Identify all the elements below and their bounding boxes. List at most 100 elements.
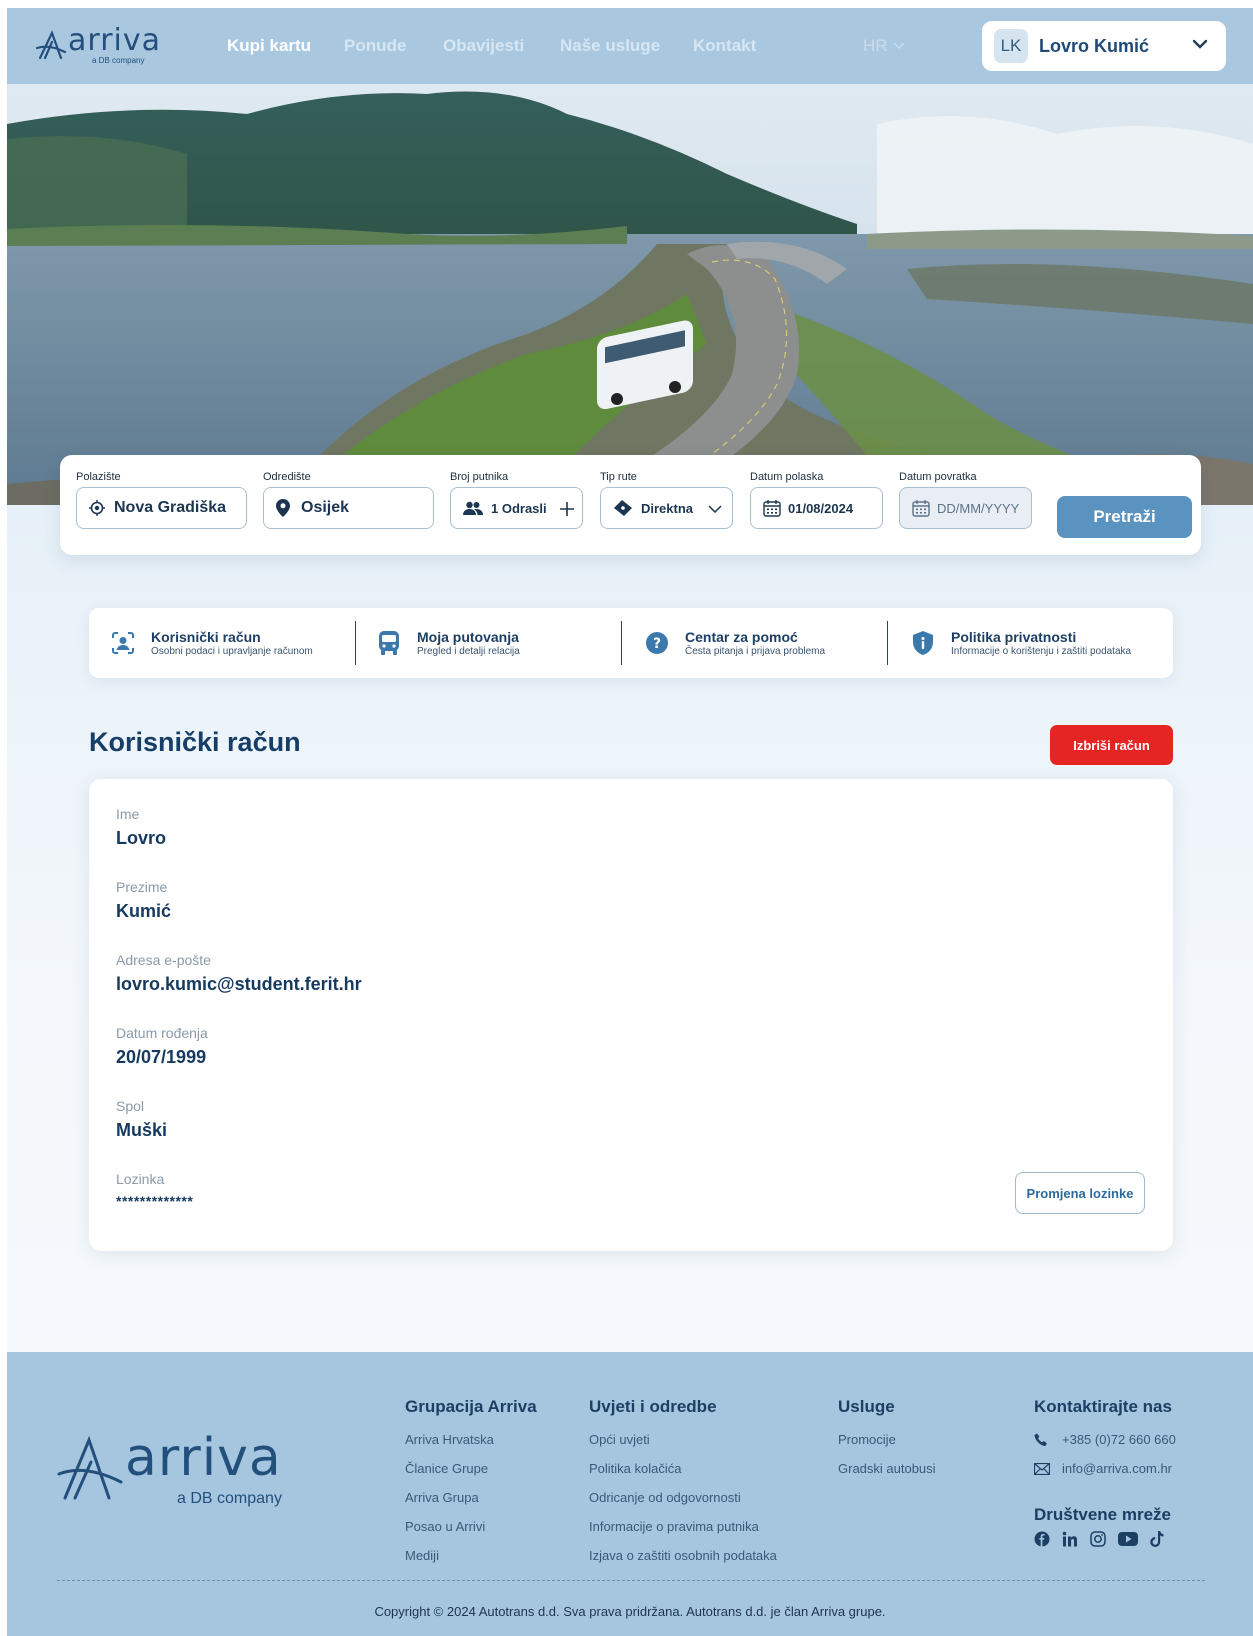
ticket-icon: [614, 500, 632, 516]
field-label: Datum rođenja: [116, 1025, 208, 1041]
phone-icon: [1034, 1433, 1047, 1446]
svg-text:?: ?: [653, 636, 661, 652]
footer-col-uvjeti: Uvjeti i odredbe Opći uvjeti Politika ko…: [589, 1397, 777, 1570]
field-prezime: Prezime Kumić: [116, 879, 171, 922]
footer-heading: Kontaktirajte nas: [1034, 1397, 1172, 1416]
search-button[interactable]: Pretraži: [1057, 496, 1192, 538]
passengers-value: 1 Odrasli: [491, 500, 547, 516]
tab-subtitle: Pregled i detalji relacija: [417, 646, 520, 657]
tab-divider: [355, 621, 356, 665]
youtube-icon[interactable]: [1118, 1531, 1138, 1547]
page-title: Korisnički račun: [89, 727, 301, 757]
footer-link[interactable]: Članice Grupe: [405, 1454, 537, 1483]
depart-date-field: Datum polaska 01/08/2024: [750, 471, 883, 529]
footer-heading: Grupacija Arriva: [405, 1397, 537, 1416]
route-type-select[interactable]: Direktna: [600, 487, 733, 529]
footer-col-kontakt: Kontaktirajte nas +385 (0)72 660 660 inf…: [1034, 1397, 1176, 1547]
to-value: Osijek: [301, 499, 350, 516]
plus-icon[interactable]: [559, 501, 575, 517]
footer-link[interactable]: Gradski autobusi: [838, 1454, 936, 1483]
tab-centar-za-pomoc[interactable]: ? Centar za pomoć Česta pitanja i prijav…: [645, 608, 875, 678]
facebook-icon[interactable]: [1034, 1531, 1050, 1547]
from-input[interactable]: Nova Gradiška: [76, 487, 247, 529]
help-icon: ?: [646, 632, 668, 654]
depart-date-value: 01/08/2024: [788, 500, 854, 516]
field-value: Kumić: [116, 901, 172, 921]
footer-link[interactable]: Promocije: [838, 1425, 936, 1454]
account-card: Ime Lovro Prezime Kumić Adresa e-pošte l…: [89, 779, 1173, 1251]
user-menu[interactable]: LK Lovro Kumić: [982, 21, 1226, 71]
return-date-input[interactable]: DD/MM/YYYY: [899, 487, 1032, 529]
linkedin-icon[interactable]: [1062, 1531, 1078, 1547]
footer-link[interactable]: Opći uvjeti: [589, 1425, 777, 1454]
tab-politika-privatnosti[interactable]: Politika privatnosti Informacije o koriš…: [911, 608, 1161, 678]
nav-kupi-kartu[interactable]: Kupi kartu: [227, 36, 311, 56]
to-label: Odredište: [263, 471, 311, 483]
footer-link[interactable]: Arriva Hrvatska: [405, 1425, 537, 1454]
tab-title: Politika privatnosti: [951, 629, 1077, 645]
footer-link[interactable]: Arriva Grupa: [405, 1483, 537, 1512]
nav-ponude[interactable]: Ponude: [344, 36, 406, 56]
return-date-field: Datum povratka DD/MM/YYYY: [899, 471, 1032, 529]
from-value: Nova Gradiška: [114, 499, 227, 516]
footer-link[interactable]: Informacije o pravima putnika: [589, 1512, 777, 1541]
delete-account-button[interactable]: Izbriši račun: [1050, 725, 1173, 765]
field-value: 20/07/1999: [116, 1047, 207, 1067]
logo-wordmark: arriva: [68, 23, 161, 58]
passengers-field: Broj putnika 1 Odrasli: [450, 471, 583, 529]
footer-heading: Uvjeti i odredbe: [589, 1397, 717, 1416]
logo-subtext: a DB company: [177, 1490, 282, 1507]
user-scan-icon: [112, 632, 134, 654]
nav-kontakt[interactable]: Kontakt: [693, 36, 756, 56]
phone-number: +385 (0)72 660 660: [1062, 1432, 1176, 1447]
route-type-field: Tip rute Direktna: [600, 471, 733, 529]
tab-subtitle: Informacije o korištenju i zaštiti podat…: [951, 646, 1132, 657]
footer-divider: [57, 1580, 1205, 1581]
search-panel: Polazište Nova Gradiška Odredište Osijek…: [60, 455, 1201, 555]
tab-divider: [887, 621, 888, 665]
return-date-label: Datum povratka: [899, 471, 977, 483]
to-field: Odredište Osijek: [263, 471, 434, 529]
passengers-label: Broj putnika: [450, 471, 509, 483]
arriva-logo[interactable]: arriva a DB company: [35, 23, 160, 70]
footer-link[interactable]: Mediji: [405, 1541, 537, 1570]
tab-korisnicki-racun[interactable]: Korisnički račun Osobni podaci i upravlj…: [111, 608, 351, 678]
instagram-icon[interactable]: [1090, 1531, 1106, 1547]
contact-email[interactable]: info@arriva.com.hr: [1034, 1454, 1176, 1483]
users-icon: [463, 501, 483, 515]
footer-link[interactable]: Posao u Arrivi: [405, 1512, 537, 1541]
footer-link[interactable]: Politika kolačića: [589, 1454, 777, 1483]
return-date-placeholder: DD/MM/YYYY: [937, 500, 1020, 516]
tab-title: Moja putovanja: [417, 629, 519, 645]
mail-icon: [1034, 1462, 1050, 1475]
chevron-down-icon: [1192, 39, 1208, 49]
language-selector[interactable]: HR: [863, 36, 905, 56]
field-value: *************: [116, 1193, 194, 1209]
location-target-icon: [89, 500, 105, 516]
map-pin-icon: [276, 499, 290, 517]
footer-link[interactable]: Izjava o zaštiti osobnih podataka: [589, 1541, 777, 1570]
nav-obavijesti[interactable]: Obavijesti: [443, 36, 524, 56]
footer-logo[interactable]: arriva a DB company: [57, 1428, 297, 1512]
depart-date-input[interactable]: 01/08/2024: [750, 487, 883, 529]
route-type-value: Direktna: [641, 500, 694, 516]
calendar-icon: [763, 500, 781, 517]
footer-link[interactable]: Odricanje od odgovornosti: [589, 1483, 777, 1512]
change-password-button[interactable]: Promjena lozinke: [1015, 1172, 1145, 1214]
field-ime: Ime Lovro: [116, 806, 166, 849]
nav-nase-usluge[interactable]: Naše usluge: [560, 36, 660, 56]
field-label: Adresa e-pošte: [116, 952, 211, 968]
tab-divider: [621, 621, 622, 665]
passengers-input[interactable]: 1 Odrasli: [450, 487, 583, 529]
shield-info-icon: [913, 631, 933, 655]
footer: arriva a DB company Grupacija Arriva Arr…: [7, 1352, 1253, 1636]
page-frame: arriva a DB company Kupi kartu Ponude Ob…: [7, 8, 1253, 1636]
footer-heading: Društvene mreže: [1034, 1505, 1172, 1524]
contact-phone[interactable]: +385 (0)72 660 660: [1034, 1425, 1176, 1454]
tiktok-icon[interactable]: [1150, 1531, 1164, 1547]
header: arriva a DB company Kupi kartu Ponude Ob…: [7, 8, 1253, 84]
field-datum-rodjenja: Datum rođenja 20/07/1999: [116, 1025, 208, 1068]
tab-moja-putovanja[interactable]: Moja putovanja Pregled i detalji relacij…: [377, 608, 607, 678]
field-spol: Spol Muški: [116, 1098, 167, 1141]
to-input[interactable]: Osijek: [263, 487, 434, 529]
